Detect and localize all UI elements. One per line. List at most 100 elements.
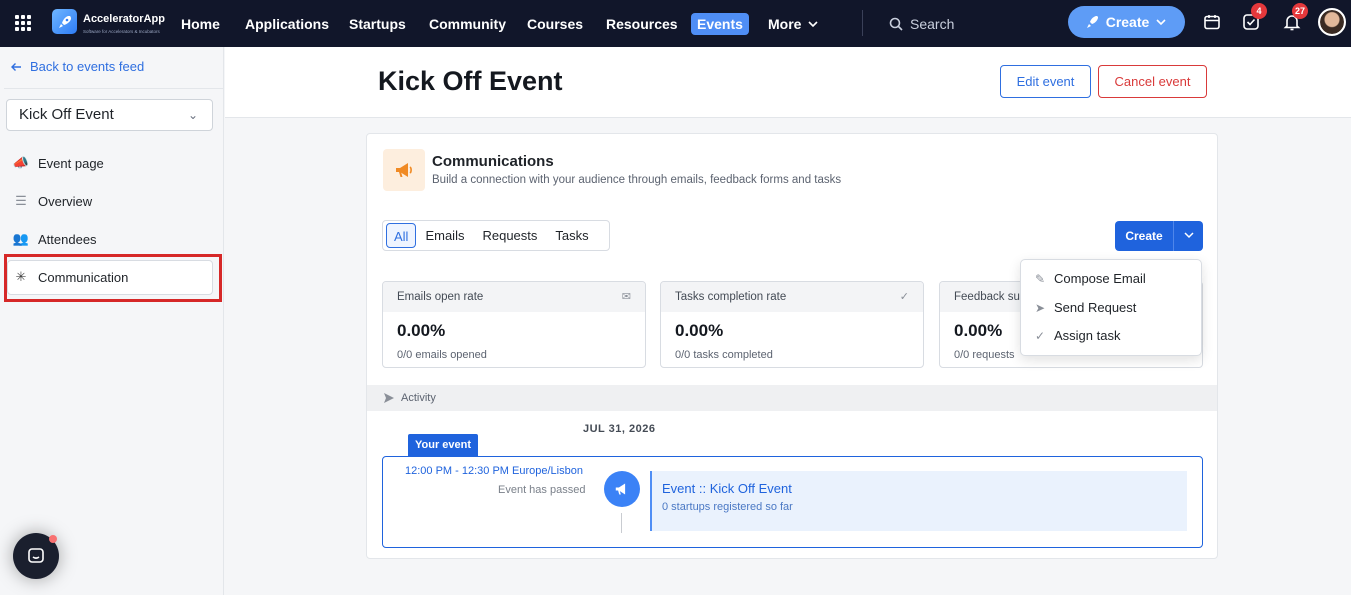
send-icon: ➤ — [1034, 300, 1046, 315]
cancel-event-button[interactable]: Cancel event — [1098, 65, 1207, 98]
nav-events[interactable]: Events — [691, 13, 749, 35]
menu-lines-icon: ☰ — [15, 193, 27, 208]
stat-card-header: Tasks completion rate ✓ — [661, 282, 923, 312]
calendar-icon[interactable] — [1203, 13, 1221, 31]
create-split-button: Create — [1115, 221, 1203, 251]
back-link-label: Back to events feed — [30, 59, 145, 74]
chat-unread-dot — [49, 535, 57, 543]
event-activity-title[interactable]: Event :: Kick Off Event — [662, 481, 792, 496]
megaphone-icon — [604, 471, 640, 507]
chat-widget-button[interactable] — [13, 533, 59, 579]
menu-item-send-request[interactable]: ➤ Send Request — [1034, 300, 1136, 315]
stat-value: 0.00% — [397, 321, 446, 340]
edit-icon: ✎ — [1034, 271, 1046, 286]
top-create-label: Create — [1105, 14, 1150, 30]
your-event-tag: Your event — [408, 434, 478, 456]
sidebar-item-label: Event page — [38, 155, 104, 171]
page-title: Kick Off Event — [378, 66, 563, 96]
nav-applications[interactable]: Applications — [245, 13, 329, 35]
back-to-events-link[interactable]: Back to events feed — [10, 59, 144, 74]
tab-emails[interactable]: Emails — [416, 223, 473, 248]
tab-all[interactable]: All — [386, 223, 417, 248]
search-icon — [889, 17, 903, 31]
sidebar-divider — [4, 88, 224, 89]
app-name: AcceleratorApp — [83, 13, 165, 25]
stat-label: Feedback su — [954, 291, 1020, 303]
nav-courses[interactable]: Courses — [527, 13, 583, 35]
create-dropdown-menu: ✎ Compose Email ➤ Send Request ✓ Assign … — [1020, 259, 1202, 356]
stat-card-tasks: Tasks completion rate ✓ 0.00% 0/0 tasks … — [660, 281, 924, 368]
tab-tasks[interactable]: Tasks — [546, 223, 597, 248]
create-button[interactable]: Create — [1115, 229, 1173, 243]
send-icon — [384, 393, 394, 403]
chevron-down-icon: ⌄ — [187, 108, 198, 122]
communications-title: Communications — [432, 153, 554, 170]
menu-item-label: Assign task — [1054, 328, 1121, 343]
activity-date: JUL 31, 2026 — [583, 423, 656, 435]
communications-description: Build a connection with your audience th… — [432, 174, 842, 186]
event-activity-subtitle: 0 startups registered so far — [662, 501, 793, 513]
nav-divider — [862, 10, 863, 36]
bell-icon[interactable]: 27 — [1283, 3, 1309, 31]
tasks-badge: 4 — [1251, 3, 1267, 19]
search-box[interactable]: Search — [889, 13, 954, 35]
sidebar-item-event-page[interactable]: 📣 Event page — [12, 153, 104, 173]
activity-label: Activity — [401, 392, 436, 404]
sidebar-item-label: Overview — [38, 193, 93, 209]
stat-label: Tasks completion rate — [675, 291, 787, 303]
sidebar-item-attendees[interactable]: 👥 Attendees — [12, 229, 97, 249]
chat-icon — [28, 548, 44, 563]
search-placeholder: Search — [910, 16, 955, 32]
top-navbar: AcceleratorApp Software for Accelerators… — [0, 0, 1351, 47]
nav-more-label: More — [768, 16, 802, 32]
nav-more[interactable]: More — [768, 13, 819, 35]
highlight-box — [4, 254, 222, 302]
chevron-down-icon — [1183, 231, 1194, 238]
app-logo[interactable]: AcceleratorApp Software for Accelerators… — [52, 9, 165, 34]
apps-grid-icon[interactable] — [15, 15, 31, 31]
check-icon: ✓ — [1034, 328, 1046, 343]
menu-item-compose-email[interactable]: ✎ Compose Email — [1034, 271, 1146, 286]
menu-item-label: Compose Email — [1054, 271, 1146, 286]
rocket-icon — [1086, 16, 1098, 28]
event-time: 12:00 PM - 12:30 PM Europe/Lisbon — [405, 465, 583, 477]
stat-subtext: 0/0 tasks completed — [675, 349, 773, 361]
create-dropdown-toggle[interactable] — [1174, 229, 1203, 244]
rocket-logo-icon — [52, 9, 77, 34]
nav-community[interactable]: Community — [429, 13, 506, 35]
nav-startups[interactable]: Startups — [349, 13, 406, 35]
timeline-connector — [621, 513, 622, 533]
check-icon: ✓ — [899, 291, 909, 303]
tab-requests[interactable]: Requests — [473, 223, 546, 248]
sidebar-item-overview[interactable]: ☰ Overview — [12, 191, 92, 211]
arrow-left-icon — [11, 62, 21, 71]
edit-event-button[interactable]: Edit event — [1000, 65, 1091, 98]
nav-resources[interactable]: Resources — [606, 13, 678, 35]
stat-card-header: Emails open rate ✉ — [383, 282, 645, 312]
communication-tabs: All Emails Requests Tasks — [382, 220, 610, 251]
envelope-open-icon: ✉ — [621, 291, 631, 303]
menu-item-label: Send Request — [1054, 300, 1137, 315]
event-sidebar: Back to events feed Kick Off Event ⌄ 📣 E… — [4, 47, 224, 595]
chevron-down-icon — [808, 21, 819, 28]
chevron-down-icon — [1156, 19, 1166, 26]
stat-subtext: 0/0 emails opened — [397, 349, 487, 361]
app-tagline: Software for Accelerators & Incubators — [83, 29, 160, 34]
event-select-value: Kick Off Event — [19, 106, 114, 123]
top-create-button[interactable]: Create — [1068, 6, 1185, 38]
stat-label: Emails open rate — [397, 291, 484, 303]
users-icon: 👥 — [12, 231, 30, 246]
event-status: Event has passed — [498, 484, 586, 496]
stat-card-emails: Emails open rate ✉ 0.00% 0/0 emails open… — [382, 281, 646, 368]
nav-home[interactable]: Home — [181, 13, 220, 35]
megaphone-icon — [383, 149, 425, 191]
activity-bar: Activity — [367, 385, 1217, 411]
menu-item-assign-task[interactable]: ✓ Assign task — [1034, 328, 1121, 343]
user-avatar[interactable] — [1318, 8, 1346, 36]
event-select[interactable]: Kick Off Event ⌄ — [6, 99, 213, 131]
megaphone-icon: 📣 — [12, 155, 30, 170]
sidebar-item-label: Attendees — [38, 231, 97, 247]
notifications-badge: 27 — [1292, 3, 1309, 19]
tasks-icon[interactable]: 4 — [1242, 3, 1267, 31]
stat-value: 0.00% — [675, 321, 724, 340]
